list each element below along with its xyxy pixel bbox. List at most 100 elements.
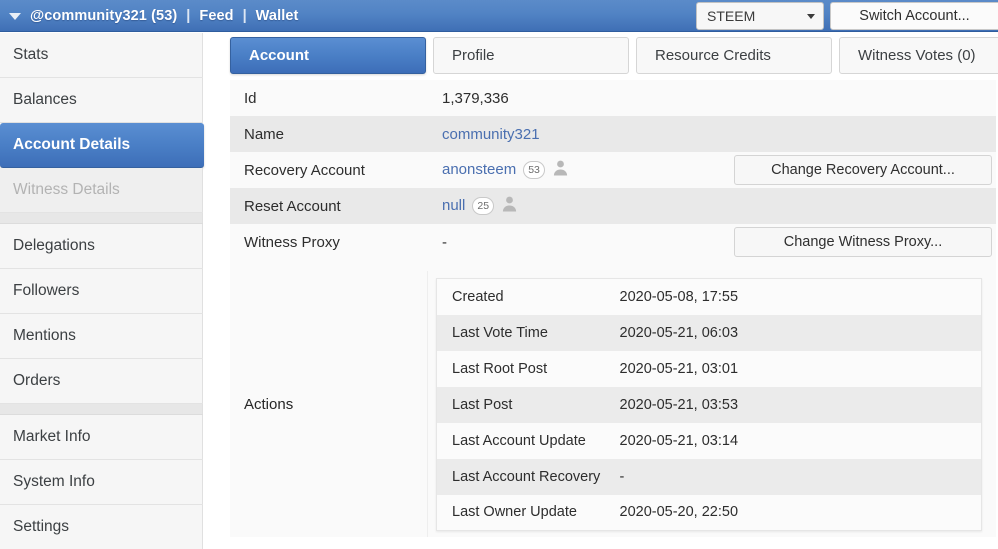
sidebar-group-divider — [0, 213, 203, 224]
reputation-badge: 53 — [523, 161, 545, 179]
sidebar-item-account-details[interactable]: Account Details — [0, 123, 204, 168]
table-row: Name community321 — [230, 116, 996, 152]
topbar-right-group: STEEM Switch Account... — [696, 0, 998, 32]
switch-account-button[interactable]: Switch Account... — [830, 2, 998, 30]
account-menu-label[interactable]: @community321 (53) — [30, 8, 177, 24]
row-action-cell — [728, 188, 996, 224]
sidebar-item-followers[interactable]: Followers — [0, 269, 203, 314]
row-label: Reset Account — [230, 188, 428, 224]
row-value-link[interactable]: anonsteem — [442, 161, 516, 178]
row-value-text: 1,379,336 — [442, 89, 509, 107]
table-row: Recovery Account anonsteem 53 Change Recove… — [230, 152, 996, 188]
actions-table-container: Created 2020-05-08, 17:55 Last Vote Time 20… — [428, 271, 996, 537]
sidebar-item-stats[interactable]: Stats — [0, 33, 203, 78]
list-item: Last Post 2020-05-21, 03:53 — [436, 386, 982, 423]
action-timestamp: 2020-05-08, 17:55 — [604, 278, 982, 315]
account-details-table: Id 1,379,336 Name community321 Recovery Acco… — [230, 80, 996, 271]
tab-account[interactable]: Account — [230, 37, 426, 74]
list-item: Last Account Recovery - — [436, 458, 982, 495]
action-timestamp: 2020-05-21, 03:14 — [604, 422, 982, 459]
row-value: null 25 — [428, 188, 728, 224]
sidebar-item-balances[interactable]: Balances — [0, 78, 203, 123]
action-label: Last Root Post — [436, 350, 605, 387]
spacer-cell-2 — [428, 260, 728, 271]
action-label: Last Account Recovery — [436, 458, 605, 495]
action-timestamp: 2020-05-21, 03:53 — [604, 386, 982, 423]
main-content: Account Profile Resource Credits Witness Vo… — [228, 32, 998, 549]
sidebar-item-delegations[interactable]: Delegations — [0, 224, 203, 269]
list-item: Last Vote Time 2020-05-21, 06:03 — [436, 314, 982, 351]
action-label: Last Vote Time — [436, 314, 605, 351]
topbar-separator-1: | — [186, 7, 191, 24]
row-action-cell — [728, 116, 996, 152]
row-value-link[interactable]: community321 — [442, 126, 540, 143]
sidebar-item-orders[interactable]: Orders — [0, 359, 203, 404]
sidebar-item-market-info[interactable]: Market Info — [0, 415, 203, 460]
tab-label: Account — [249, 47, 309, 64]
list-item: Created 2020-05-08, 17:55 — [436, 278, 982, 315]
sidebar-group-divider — [0, 404, 203, 415]
sidebar-item-label: Stats — [13, 46, 49, 63]
row-value: community321 — [428, 116, 728, 152]
action-timestamp: - — [604, 458, 982, 495]
sidebar-item-label: Mentions — [13, 327, 76, 344]
table-row: Id 1,379,336 — [230, 80, 996, 116]
row-action-cell: Change Recovery Account... — [728, 152, 996, 188]
tab-label: Resource Credits — [655, 47, 771, 64]
sidebar-item-label: Balances — [13, 91, 77, 108]
table-spacer-row — [230, 260, 996, 271]
list-item: Last Owner Update 2020-05-20, 22:50 — [436, 494, 982, 531]
sidebar-item-witness-details: Witness Details — [0, 168, 203, 213]
action-label: Last Owner Update — [436, 494, 605, 531]
sidebar-item-label: Witness Details — [13, 181, 120, 198]
actions-table: Created 2020-05-08, 17:55 Last Vote Time 20… — [436, 278, 982, 531]
topbar-left-group: @community321 (53) | Feed | Wallet — [0, 0, 298, 31]
user-avatar-icon — [552, 159, 569, 180]
action-label: Last Post — [436, 386, 605, 423]
action-timestamp: 2020-05-21, 06:03 — [604, 314, 982, 351]
sidebar-item-label: Account Details — [13, 136, 131, 153]
wallet-link[interactable]: Wallet — [256, 8, 299, 24]
feed-link[interactable]: Feed — [199, 8, 233, 24]
spacer-cell-3 — [728, 260, 996, 271]
row-action-cell — [728, 80, 996, 116]
row-action-cell: Change Witness Proxy... — [728, 224, 996, 260]
chain-select[interactable]: STEEM — [696, 2, 824, 30]
spacer-cell-1 — [230, 260, 428, 271]
tab-witness-votes-0[interactable]: Witness Votes (0) — [839, 37, 998, 74]
tab-label: Witness Votes (0) — [858, 47, 976, 64]
caret-down-icon[interactable] — [9, 13, 21, 20]
sidebar-item-label: Market Info — [13, 428, 91, 445]
row-value: 1,379,336 — [428, 80, 728, 116]
table-row: Witness Proxy - Change Witness Proxy... — [230, 224, 996, 260]
actions-section: Actions Created 2020-05-08, 17:55 Last Vot… — [230, 271, 996, 537]
row-label: Name — [230, 116, 428, 152]
tab-label: Profile — [452, 47, 495, 64]
action-label: Last Account Update — [436, 422, 605, 459]
action-timestamp: 2020-05-20, 22:50 — [604, 494, 982, 531]
chain-select-value: STEEM — [707, 8, 756, 24]
row-value-text: - — [442, 233, 447, 251]
change-recovery-account-button[interactable]: Change Recovery Account... — [734, 155, 992, 185]
topbar-separator-2: | — [242, 7, 247, 24]
row-label: Witness Proxy — [230, 224, 428, 260]
sidebar-item-system-info[interactable]: System Info — [0, 460, 203, 505]
sidebar-item-mentions[interactable]: Mentions — [0, 314, 203, 359]
tab-bar: Account Profile Resource Credits Witness Vo… — [230, 37, 998, 74]
tab-resource-credits[interactable]: Resource Credits — [636, 37, 832, 74]
sidebar-item-label: Settings — [13, 518, 70, 535]
list-item: Last Account Update 2020-05-21, 03:14 — [436, 422, 982, 459]
change-witness-proxy-button[interactable]: Change Witness Proxy... — [734, 227, 992, 257]
row-label: Recovery Account — [230, 152, 428, 188]
row-value: - — [428, 224, 728, 260]
actions-label: Actions — [230, 271, 428, 537]
reputation-badge: 25 — [472, 197, 495, 215]
sidebar-item-settings[interactable]: Settings — [0, 505, 203, 549]
sidebar-item-label: Orders — [13, 372, 61, 389]
row-value: anonsteem 53 — [428, 152, 728, 188]
action-timestamp: 2020-05-21, 03:01 — [604, 350, 982, 387]
sidebar-item-label: System Info — [13, 473, 95, 490]
row-value-link[interactable]: null — [442, 197, 465, 214]
top-navigation-bar: @community321 (53) | Feed | Wallet STEEM… — [0, 0, 998, 32]
tab-profile[interactable]: Profile — [433, 37, 629, 74]
